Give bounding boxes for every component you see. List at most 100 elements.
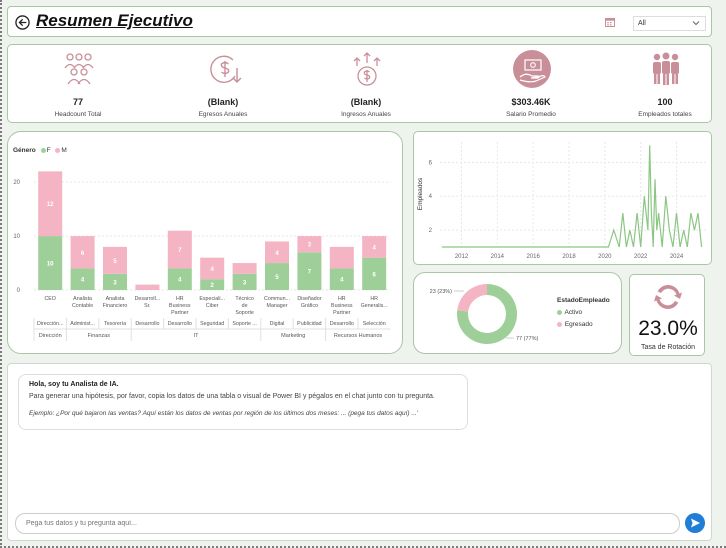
bar-subgroup-label: Soporte ... xyxy=(232,321,256,327)
money-growth-icon xyxy=(353,52,381,86)
bar-subgroup-label: Desarrollo xyxy=(135,321,159,327)
kpi-row: 77 Headcount Total (Blank) Egresos Anual… xyxy=(7,44,712,123)
bar-subgroup-label: Administ... xyxy=(70,321,95,327)
bar-group-label: Finanzas xyxy=(88,333,111,339)
gender-bar-chart: Género F M 0 10 20 10 12 CEO Dirección... 4 6 Ana… xyxy=(7,131,403,354)
donut-legend-egresado[interactable]: Egresado xyxy=(557,321,593,328)
bar-subgroup-label: Dirección... xyxy=(37,321,64,327)
bar-category-label: Diseñador xyxy=(297,296,321,302)
kpi-label: Ingresos Anuales xyxy=(341,111,391,118)
kpi-value: 77 xyxy=(72,97,83,107)
line-x-tick-label: 2012 xyxy=(455,254,469,260)
people-group-icon xyxy=(64,53,94,85)
assistant-instructions: Para generar una hipótesis, por favor, c… xyxy=(29,393,435,400)
bar-category-label: HR xyxy=(370,296,378,302)
bar-category-label: Desarroll... xyxy=(135,296,161,302)
kpi-headcount: 77 Headcount Total xyxy=(18,45,138,124)
assistant-greeting: Hola, soy tu Analista de IA. xyxy=(29,381,119,388)
line-y-tick-label: 2 xyxy=(429,228,433,234)
bar-category-label: Sr. xyxy=(144,303,150,309)
kpi-label: Headcount Total xyxy=(54,111,102,118)
kpi-label: Egresos Anuales xyxy=(198,111,248,118)
bar-category-label: Técnico xyxy=(235,296,254,302)
assistant-message: Hola, soy tu Analista de IA. Para genera… xyxy=(18,374,468,430)
assistant-example: Ejemplo: ¿Por qué bajaron las ventas? Aq… xyxy=(29,410,419,417)
kpi-value: (Blank) xyxy=(207,97,239,107)
bar-category-label: Generalis... xyxy=(361,303,388,309)
donut-slice-egresado xyxy=(457,284,487,312)
bar-category-label: Business xyxy=(169,303,191,309)
line-x-tick-label: 2014 xyxy=(491,254,505,260)
ai-chat-panel: Hola, soy tu Analista de IA. Para genera… xyxy=(7,363,712,541)
bar-m xyxy=(135,284,160,290)
legend-dot-egresado xyxy=(557,321,562,327)
bar-subgroup-label: Digital xyxy=(270,321,285,327)
line-chart-plot: 2012 2014 2016 2018 2020 2022 2024 2 4 6 Empleados xyxy=(417,142,707,260)
kpi-ingresos: (Blank) Ingresos Anuales xyxy=(306,45,426,124)
line-x-tick-label: 2022 xyxy=(634,254,648,260)
back-arrow-icon[interactable] xyxy=(15,15,30,30)
donut-legend-title: EstadoEmpleado xyxy=(557,297,610,304)
bar-y-tick-label: 10 xyxy=(13,234,20,240)
calendar-icon xyxy=(605,18,615,27)
bar-category-label: Analista xyxy=(106,296,125,302)
header-bar: Resumen Ejecutivo All xyxy=(7,6,712,37)
donut-label-activo: 77 (77%) xyxy=(516,336,538,342)
bar-group-label: IT xyxy=(194,333,200,339)
bar-category-label: HR xyxy=(338,296,346,302)
bar-y-tick-label: 20 xyxy=(13,180,20,186)
bar-group-label: Marketing xyxy=(281,333,305,339)
year-filter-dropdown[interactable]: All xyxy=(633,16,706,31)
bar-category-label: Partner xyxy=(333,310,351,316)
bar-category-label: Manager xyxy=(267,303,288,309)
refresh-arrows-icon xyxy=(654,284,682,310)
rotation-label: Tasa de Rotación xyxy=(640,344,696,351)
employees-line-chart: 2012 2014 2016 2018 2020 2022 2024 2 4 6 Empleados xyxy=(413,131,712,265)
bar-subgroup-label: Desarrollo xyxy=(168,321,192,327)
legend-dot-activo xyxy=(557,309,562,315)
send-arrow-icon xyxy=(691,518,700,528)
line-y-tick-label: 6 xyxy=(429,160,433,166)
donut-label-egresado: 23 (23%) xyxy=(430,289,452,295)
line-x-tick-label: 2016 xyxy=(527,254,541,260)
kpi-value: (Blank) xyxy=(350,97,382,107)
donut-legend-activo-label: Activo xyxy=(564,309,583,316)
line-y-axis-label: Empleados xyxy=(417,177,424,210)
chat-input[interactable] xyxy=(15,513,680,534)
bar-y-tick-label: 0 xyxy=(17,288,21,294)
kpi-empleados: 100 Empleados totales xyxy=(605,45,725,124)
bar-group-label: Recursos Humanos xyxy=(334,333,383,339)
donut-legend-egresado-label: Egresado xyxy=(564,321,593,328)
bar-category-label: Soporte xyxy=(235,310,254,316)
bar-category-label: Especiali... xyxy=(199,296,225,302)
kpi-label: Salario Promedio xyxy=(506,111,556,118)
line-y-tick-label: 4 xyxy=(429,194,433,200)
bar-m xyxy=(232,263,257,274)
kpi-egresos: (Blank) Egresos Anuales xyxy=(163,45,283,124)
kpi-salario: $303.46K Salario Promedio xyxy=(471,45,591,124)
employee-status-donut: 23 (23%) 77 (77%) EstadoEmpleado Activo E… xyxy=(413,272,622,354)
kpi-value: $303.46K xyxy=(511,97,551,107)
bar-category-label: Analista xyxy=(73,296,92,302)
bar-category-label: Financiero xyxy=(103,303,128,309)
line-x-tick-label: 2018 xyxy=(562,254,576,260)
bar-chart-plot: 010201012CEODirección...46AnalistaContab… xyxy=(13,171,391,341)
employees-icon xyxy=(653,52,679,85)
page-title: Resumen Ejecutivo xyxy=(36,11,193,30)
donut-legend-activo[interactable]: Activo xyxy=(557,309,582,316)
kpi-label: Empleados totales xyxy=(638,111,692,118)
bar-data-label: 12 xyxy=(47,202,54,208)
bar-data-label: 10 xyxy=(47,262,54,268)
bar-subgroup-label: Seguridad xyxy=(200,321,224,327)
chevron-down-icon xyxy=(692,21,700,26)
bar-category-label: Contable xyxy=(72,303,93,309)
bar-m xyxy=(329,246,354,269)
bar-subgroup-label: Tesorería xyxy=(104,321,126,327)
salary-hand-icon xyxy=(513,50,551,88)
year-filter-value: All xyxy=(638,20,646,27)
bar-subgroup-label: Publicidad xyxy=(297,321,321,327)
bar-category-label: Commun... xyxy=(264,296,290,302)
send-button[interactable] xyxy=(685,513,705,533)
donut-chart-plot: 23 (23%) 77 (77%) xyxy=(430,284,538,344)
money-out-icon xyxy=(210,55,242,83)
